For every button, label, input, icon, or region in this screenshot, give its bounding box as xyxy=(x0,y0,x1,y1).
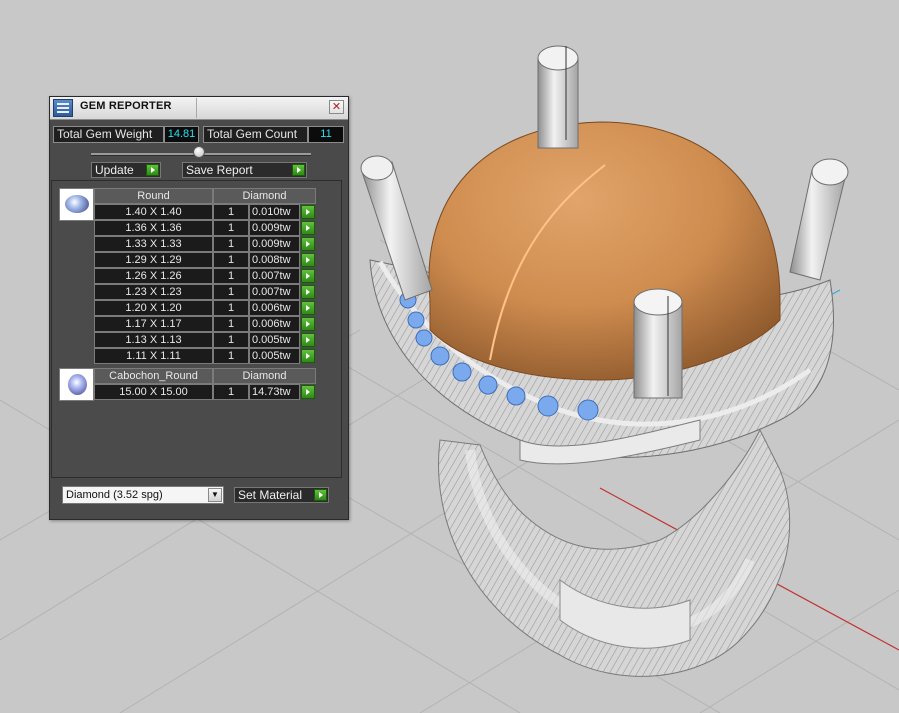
update-button-label: Update xyxy=(95,163,134,177)
gem-reporter-app-icon xyxy=(53,99,73,117)
gem-weight-cell: 0.007tw xyxy=(249,268,300,284)
gem-weight-cell: 0.009tw xyxy=(249,236,300,252)
save-report-button-label: Save Report xyxy=(186,163,253,177)
gem-weight-cell: 14.73tw xyxy=(249,384,300,400)
green-arrow-icon xyxy=(314,489,327,501)
total-gem-count-value: 11 xyxy=(308,126,344,143)
column-header-material: Diamond xyxy=(213,188,316,204)
title-divider xyxy=(196,98,197,118)
select-gem-arrow-icon[interactable] xyxy=(301,301,315,315)
gem-count-cell: 1 xyxy=(213,268,249,284)
total-gem-count-label: Total Gem Count xyxy=(203,126,308,143)
gem-weight-cell: 0.008tw xyxy=(249,252,300,268)
gem-size-cell: 1.33 X 1.33 xyxy=(94,236,213,252)
gem-size-cell: 1.40 X 1.40 xyxy=(94,204,213,220)
set-material-button[interactable]: Set Material xyxy=(234,487,329,503)
gem-weight-cell: 0.010tw xyxy=(249,204,300,220)
gem-size-cell: 1.17 X 1.17 xyxy=(94,316,213,332)
material-select[interactable]: Diamond (3.52 spg) ▼ xyxy=(62,486,224,504)
gem-weight-cell: 0.006tw xyxy=(249,300,300,316)
round-gem-thumbnail-icon xyxy=(59,188,94,221)
material-select-value: Diamond (3.52 spg) xyxy=(66,489,163,501)
gem-count-cell: 1 xyxy=(213,384,249,400)
gem-size-cell: 1.20 X 1.20 xyxy=(94,300,213,316)
column-header-shape: Round xyxy=(94,188,213,204)
gem-size-cell: 1.29 X 1.29 xyxy=(94,252,213,268)
green-arrow-icon xyxy=(292,164,305,176)
gem-size-cell: 1.13 X 1.13 xyxy=(94,332,213,348)
gem-count-cell: 1 xyxy=(213,220,249,236)
gem-count-cell: 1 xyxy=(213,316,249,332)
gem-size-cell: 1.23 X 1.23 xyxy=(94,284,213,300)
chevron-down-icon[interactable]: ▼ xyxy=(208,488,222,502)
select-gem-arrow-icon[interactable] xyxy=(301,237,315,251)
select-gem-arrow-icon[interactable] xyxy=(301,349,315,363)
title-bar[interactable]: GEM REPORTER ✕ xyxy=(50,97,348,120)
green-arrow-icon xyxy=(146,164,159,176)
gem-size-cell: 1.26 X 1.26 xyxy=(94,268,213,284)
close-icon[interactable]: ✕ xyxy=(329,100,344,114)
select-gem-arrow-icon[interactable] xyxy=(301,221,315,235)
gem-weight-cell: 0.005tw xyxy=(249,332,300,348)
update-button[interactable]: Update xyxy=(91,162,161,178)
gem-weight-cell: 0.005tw xyxy=(249,348,300,364)
total-gem-weight-value: 14.81 xyxy=(164,126,199,143)
gem-weight-cell: 0.009tw xyxy=(249,220,300,236)
set-material-button-label: Set Material xyxy=(238,488,303,502)
gem-weight-cell: 0.007tw xyxy=(249,284,300,300)
cabochon-gem xyxy=(428,121,781,381)
slider-handle[interactable] xyxy=(193,146,205,158)
gem-count-cell: 1 xyxy=(213,204,249,220)
select-gem-arrow-icon[interactable] xyxy=(301,317,315,331)
gem-size-cell: 15.00 X 15.00 xyxy=(94,384,213,400)
column-header-shape: Cabochon_Round xyxy=(94,368,213,384)
gem-count-cell: 1 xyxy=(213,300,249,316)
gem-count-cell: 1 xyxy=(213,332,249,348)
select-gem-arrow-icon[interactable] xyxy=(301,333,315,347)
column-header-material: Diamond xyxy=(213,368,316,384)
gem-size-cell: 1.36 X 1.36 xyxy=(94,220,213,236)
select-gem-arrow-icon[interactable] xyxy=(301,253,315,267)
gem-count-cell: 1 xyxy=(213,252,249,268)
gem-count-cell: 1 xyxy=(213,348,249,364)
gem-count-cell: 1 xyxy=(213,236,249,252)
gem-size-cell: 1.11 X 1.11 xyxy=(94,348,213,364)
select-gem-arrow-icon[interactable] xyxy=(301,205,315,219)
save-report-button[interactable]: Save Report xyxy=(182,162,307,178)
select-gem-arrow-icon[interactable] xyxy=(301,285,315,299)
select-gem-arrow-icon[interactable] xyxy=(301,385,315,399)
window-title: GEM REPORTER xyxy=(80,100,172,112)
total-gem-weight-label: Total Gem Weight xyxy=(53,126,164,143)
gem-count-cell: 1 xyxy=(213,284,249,300)
gem-weight-cell: 0.006tw xyxy=(249,316,300,332)
cabochon-gem-thumbnail-icon xyxy=(59,368,94,401)
select-gem-arrow-icon[interactable] xyxy=(301,269,315,283)
